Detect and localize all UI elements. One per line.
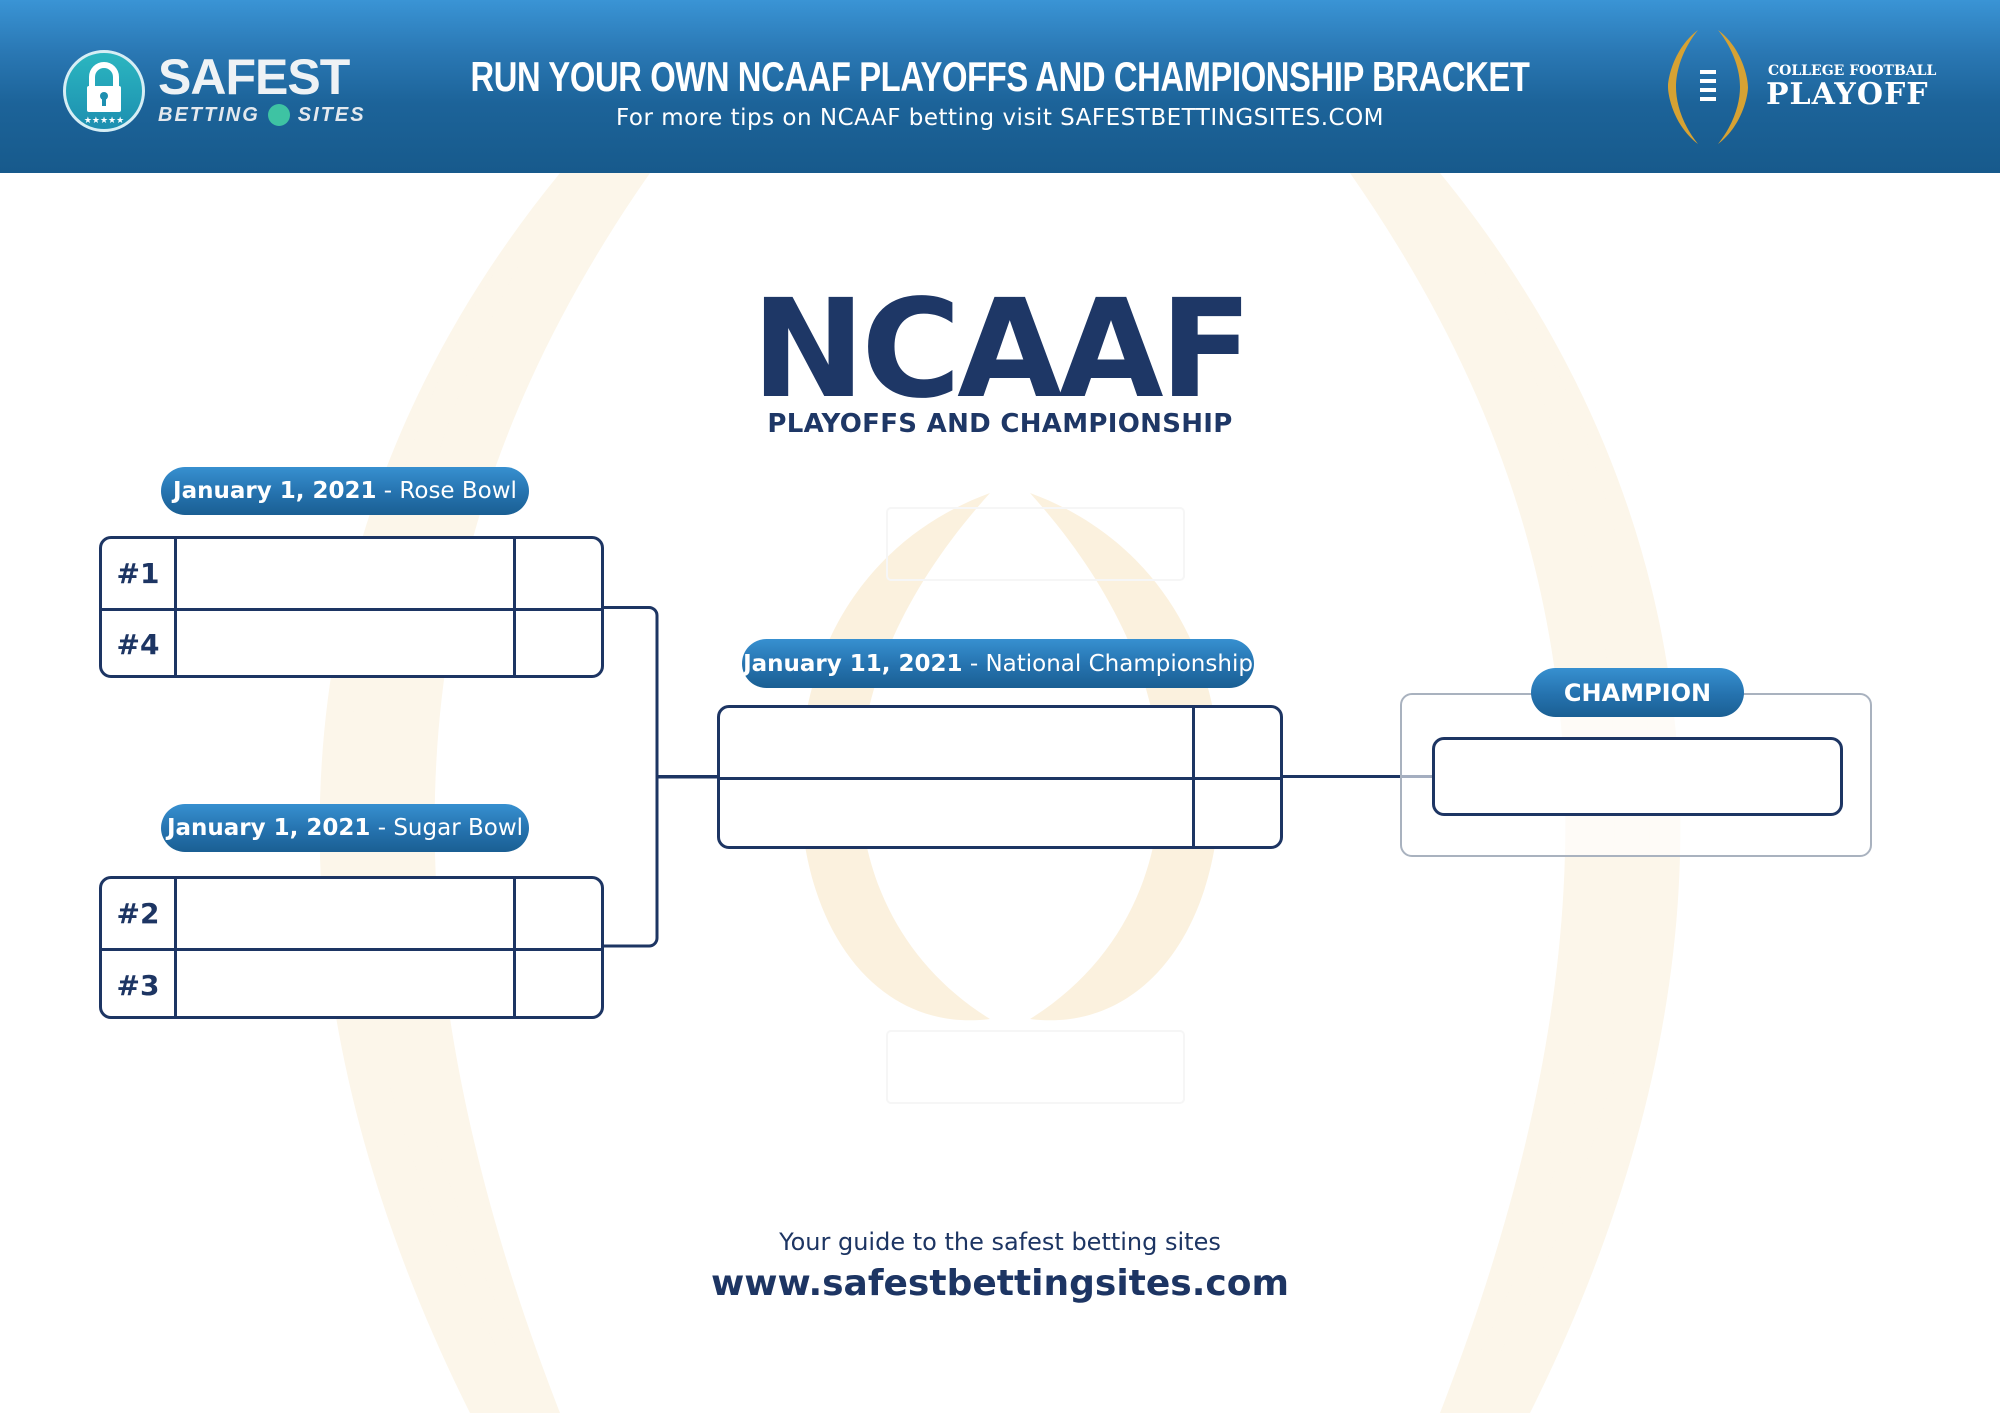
watermark-rect-bottom <box>886 1030 1185 1104</box>
semifinal-2-team-1-row: #2 <box>102 879 601 948</box>
champion-pill: CHAMPION <box>1531 668 1744 717</box>
main-title: NCAAF <box>751 271 1252 429</box>
semifinal-1-team-1-row: #1 <box>102 539 601 608</box>
score-field[interactable] <box>516 951 601 1016</box>
semifinal-1-bowl: - Rose Bowl <box>376 478 517 504</box>
semifinal-1-date-pill: January 1, 2021 - Rose Bowl <box>161 467 529 515</box>
seed-label: #2 <box>102 879 177 948</box>
score-field[interactable] <box>1195 708 1280 777</box>
seed-label: #3 <box>102 951 177 1016</box>
champion-name-field[interactable] <box>1432 737 1843 816</box>
footer-tagline: Your guide to the safest betting sites <box>779 1228 1221 1256</box>
semifinal-2-date-pill: January 1, 2021 - Sugar Bowl <box>161 804 529 852</box>
footer-url-link[interactable]: www.safestbettingsites.com <box>0 1262 2000 1305</box>
semifinal-2-bowl: - Sugar Bowl <box>370 815 524 841</box>
partner-logo-small-text: COLLEGE FOOTBALL <box>1768 63 1937 79</box>
score-field[interactable] <box>516 611 601 675</box>
score-field[interactable] <box>516 879 601 948</box>
header-title: RUN YOUR OWN NCAAF PLAYOFFS AND CHAMPION… <box>470 53 1530 100</box>
watermark-rect-top <box>886 507 1185 581</box>
final-team-2-row <box>720 777 1280 846</box>
final-match <box>717 705 1283 849</box>
team-name-field[interactable] <box>720 780 1195 846</box>
final-team-1-row <box>720 708 1280 777</box>
semifinal-1-date: January 1, 2021 <box>173 478 377 504</box>
team-name-field[interactable] <box>177 879 516 948</box>
semifinal-2-team-2-row: #3 <box>102 948 601 1016</box>
semifinal-1-match: #1 #4 <box>99 536 604 678</box>
football-playoff-logo-icon <box>1668 30 1748 144</box>
final-date: January 11, 2021 <box>743 650 963 677</box>
seed-label: #1 <box>102 539 177 608</box>
team-name-field[interactable] <box>177 539 516 608</box>
semifinal-2-match: #2 #3 <box>99 876 604 1019</box>
champion-label: CHAMPION <box>1563 678 1712 707</box>
seed-label: #4 <box>102 611 177 675</box>
semifinal-2-date: January 1, 2021 <box>166 815 371 841</box>
team-name-field[interactable] <box>720 708 1195 777</box>
score-field[interactable] <box>516 539 601 608</box>
semifinal-1-team-2-row: #4 <box>102 608 601 675</box>
final-bowl: - National Championship <box>962 650 1253 677</box>
final-date-pill: January 11, 2021 - National Championship <box>742 639 1254 688</box>
team-name-field[interactable] <box>177 951 516 1016</box>
score-field[interactable] <box>1195 780 1280 846</box>
main-subtitle: PLAYOFFS AND CHAMPIONSHIP <box>767 409 1233 439</box>
team-name-field[interactable] <box>177 611 516 675</box>
header-banner: ★★★★★ SAFEST BETTING SITES RUN YOUR OWN … <box>0 0 2000 173</box>
partner-logo-big-text: PLAYOFF <box>1766 77 1929 112</box>
connector-to-final <box>656 775 718 778</box>
